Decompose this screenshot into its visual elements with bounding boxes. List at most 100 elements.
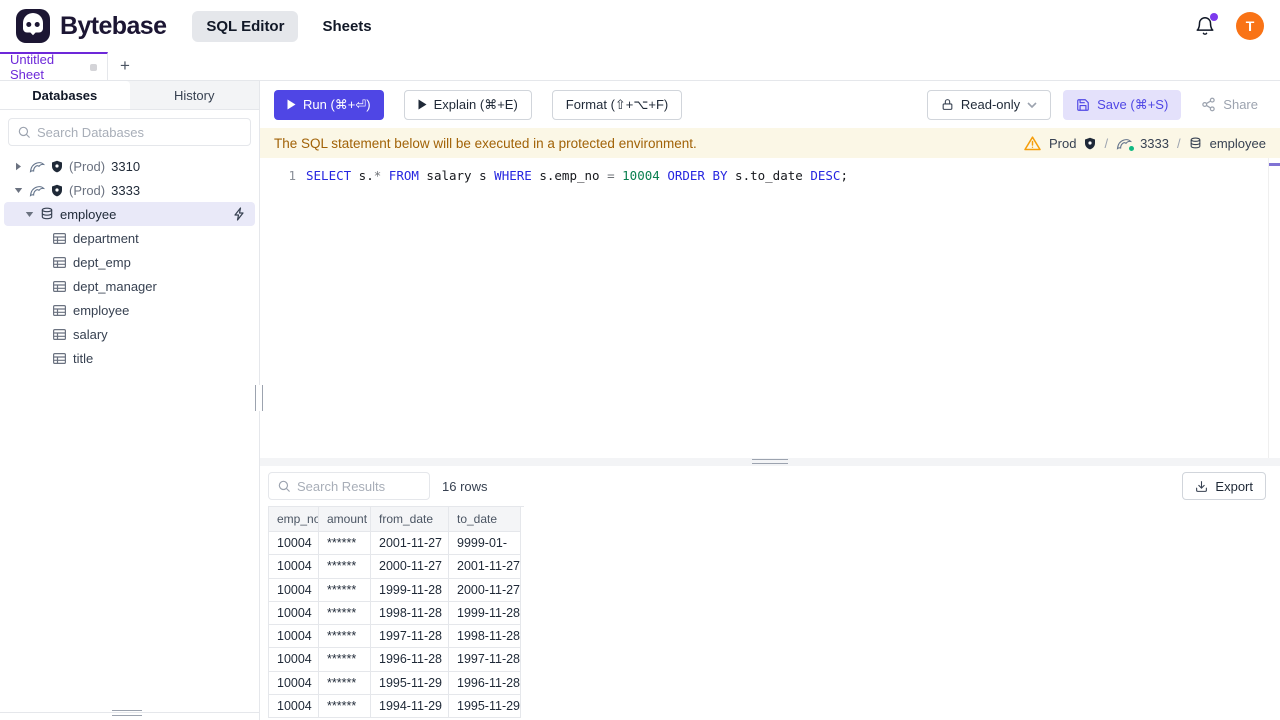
table-row: 10004 ****** 1994-11-29 1995-11-29 [269, 695, 524, 719]
format-button[interactable]: Format (⇧+⌥+F) [551, 89, 683, 120]
sql-token-id: s.to_date [727, 168, 811, 183]
search-icon [277, 479, 291, 493]
results-resize-handle[interactable] [752, 459, 788, 464]
column-header[interactable]: from_date [371, 507, 449, 532]
tab-databases[interactable]: Databases [0, 81, 130, 109]
sql-code: SELECT s.* FROM salary s WHERE s.emp_no … [296, 167, 848, 185]
table-name: employee [73, 302, 130, 318]
warning-icon [1024, 135, 1041, 151]
top-bar: Bytebase SQL Editor Sheets T [0, 0, 1280, 52]
environment-shield-icon [51, 160, 63, 173]
sql-line[interactable]: 1 SELECT s.* FROM salary s WHERE s.emp_n… [260, 167, 1280, 185]
table-node-department[interactable]: department [0, 226, 259, 250]
quick-action-bolt-icon[interactable] [233, 207, 245, 221]
nav-sql-editor[interactable]: SQL Editor [192, 10, 299, 42]
explain-button[interactable]: Explain (⌘+E) [403, 89, 532, 120]
instance-node-3333[interactable]: (Prod) 3333 [0, 178, 259, 202]
caret-down-icon[interactable] [13, 187, 23, 194]
table-cell: ****** [319, 578, 371, 602]
table-row: 10004 ****** 1997-11-28 1998-11-28 [269, 625, 524, 649]
table-cell: 10004 [269, 555, 319, 579]
search-icon [17, 125, 31, 139]
table-cell: ****** [319, 671, 371, 696]
caret-down-icon[interactable] [24, 211, 34, 218]
column-header[interactable]: emp_no [269, 507, 319, 532]
sidebar: Databases History (Prod) 3 [0, 81, 263, 720]
search-databases-input[interactable] [37, 124, 242, 140]
instance-node-3310[interactable]: (Prod) 3310 [0, 154, 259, 178]
sql-token-kw: ORDER BY [667, 168, 728, 183]
table-row: 10004 ****** 1996-11-28 1997-11-28 [269, 648, 524, 672]
sql-token-id: ; [840, 168, 848, 183]
table-node-employee[interactable]: employee [0, 298, 259, 322]
sql-token-kw: FROM [388, 168, 419, 183]
table-row: 10004 ****** 1999-11-28 2000-11-27 [269, 578, 524, 602]
table-node-dept_manager[interactable]: dept_manager [0, 274, 259, 298]
table-cell: 2000-11-27 [449, 578, 521, 602]
lock-icon [941, 98, 954, 111]
notification-bell-icon[interactable] [1194, 13, 1218, 37]
nav-sheets[interactable]: Sheets [322, 18, 371, 35]
grid-header-row: emp_no amount from_date to_date [269, 507, 524, 532]
table-cell: 2001-11-27 [371, 532, 449, 556]
column-header[interactable]: to_date [449, 507, 521, 532]
line-number: 1 [288, 168, 296, 183]
environment-shield-icon [1084, 137, 1096, 150]
environment-name: Prod [1048, 135, 1077, 151]
database-node-employee[interactable]: employee [4, 202, 255, 226]
database-tree: (Prod) 3310 (Prod) 3333 employee departm… [0, 154, 259, 370]
bytebase-logo[interactable]: Bytebase [16, 9, 167, 43]
sql-token-op: = [607, 168, 615, 183]
table-cell: 2001-11-27 [449, 555, 521, 579]
results-divider[interactable] [260, 458, 1280, 466]
table-icon [53, 304, 66, 316]
table-cell: 10004 [269, 578, 319, 602]
overview-ruler-mark [1269, 163, 1280, 166]
sidebar-resize-handle[interactable] [112, 710, 142, 716]
caret-right-icon[interactable] [13, 162, 23, 171]
table-cell: ****** [319, 555, 371, 579]
play-icon [287, 99, 296, 110]
table-node-salary[interactable]: salary [0, 322, 259, 346]
save-button[interactable]: Save (⌘+S) [1063, 89, 1182, 120]
mysql-icon [29, 160, 45, 173]
table-name: salary [73, 326, 108, 342]
table-cell: 1995-11-29 [449, 695, 521, 719]
share-button[interactable]: Share [1193, 89, 1266, 120]
results-search[interactable] [268, 472, 430, 500]
table-node-title[interactable]: title [0, 346, 259, 370]
database-search[interactable] [8, 118, 251, 146]
add-sheet-button[interactable]: + [108, 52, 142, 80]
sql-token-kw: SELECT [306, 168, 352, 183]
avatar[interactable]: T [1236, 12, 1264, 40]
save-icon [1076, 98, 1090, 112]
table-name: dept_manager [73, 278, 157, 294]
search-results-input[interactable] [297, 478, 421, 494]
bytebase-logo-icon [16, 9, 50, 43]
banner-message: The SQL statement below will be executed… [274, 135, 697, 151]
column-header[interactable]: amount [319, 507, 371, 532]
readonly-mode-dropdown[interactable]: Read-only [926, 89, 1052, 120]
sheet-tab-untitled[interactable]: Untitled Sheet [0, 52, 108, 82]
sidebar-tabs: Databases History [0, 81, 259, 110]
table-cell: 1996-11-28 [371, 648, 449, 672]
environment-shield-icon [51, 184, 63, 197]
sql-editor[interactable]: 1 SELECT s.* FROM salary s WHERE s.emp_n… [260, 158, 1280, 458]
export-button[interactable]: Export [1182, 472, 1266, 500]
table-name: department [73, 230, 139, 246]
run-button[interactable]: Run (⌘+⏎) [274, 89, 384, 120]
results-panel: 16 rows Export emp_no amount from_date t… [260, 466, 1280, 720]
table-row: 10004******2001-11-279999-01-01 [269, 532, 524, 556]
tab-history[interactable]: History [130, 81, 260, 109]
table-cell: 1999-11-28 [449, 601, 521, 626]
mysql-icon [29, 184, 45, 197]
table-cell: ****** [319, 601, 371, 626]
table-cell: 2000-11-27 [371, 555, 449, 579]
table-node-dept_emp[interactable]: dept_emp [0, 250, 259, 274]
panel-resize-handle[interactable] [255, 385, 263, 411]
sheet-tab-strip: Untitled Sheet + [0, 52, 1280, 82]
table-cell: 10004 [269, 671, 319, 696]
table-icon [53, 280, 66, 292]
table-cell: 1999-11-28 [371, 578, 449, 602]
table-cell: ****** [319, 625, 371, 649]
